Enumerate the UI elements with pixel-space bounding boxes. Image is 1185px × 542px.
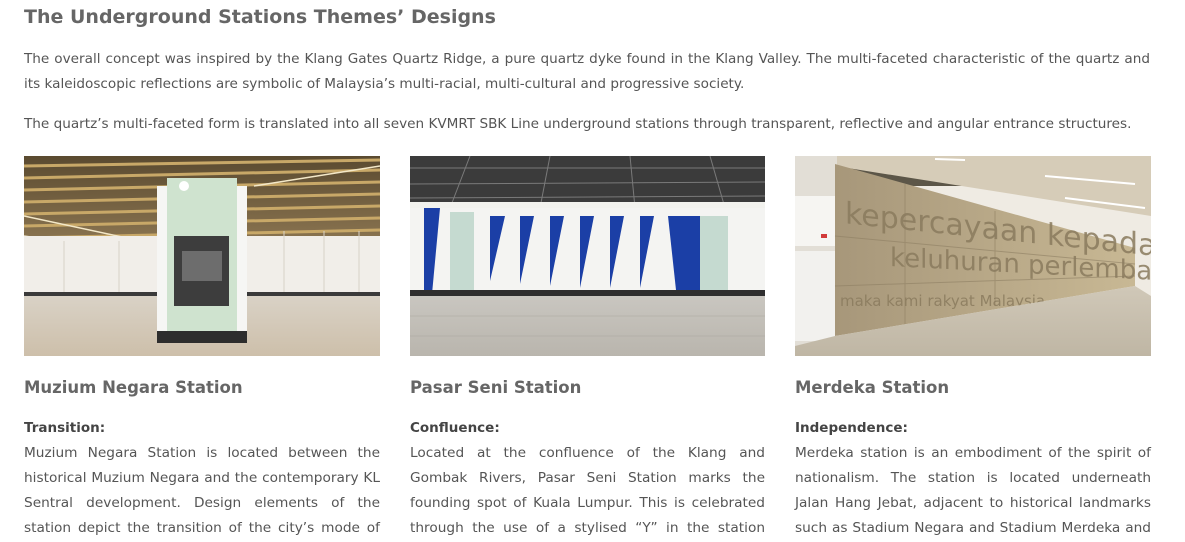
station-description: Merdeka station is an embodiment of the … — [795, 445, 1151, 536]
station-description: Located at the confluence of the Klang a… — [410, 445, 765, 536]
station-card-muzium-negara: Muzium Negara Station Transition: Muzium… — [24, 156, 380, 536]
intro-paragraph: The overall concept was inspired by the … — [24, 51, 1150, 92]
station-name: Muzium Negara Station — [24, 378, 243, 397]
station-name: Pasar Seni Station — [410, 378, 582, 397]
station-theme: Transition: — [24, 420, 106, 436]
station-description: Muzium Negara Station is located between… — [24, 445, 380, 536]
station-theme: Confluence: — [410, 420, 500, 436]
intro-paragraph-2: The quartz’s multi-faceted form is trans… — [24, 116, 1132, 132]
muzium-negara-station-photo[interactable] — [24, 156, 380, 356]
station-card-merdeka: kepercayaan kepada tuhan keluhuran perle… — [795, 156, 1151, 536]
merdeka-station-photo[interactable]: kepercayaan kepada tuhan keluhuran perle… — [795, 156, 1151, 356]
section-title: The Underground Stations Themes’ Designs — [24, 6, 496, 28]
station-name: Merdeka Station — [795, 378, 950, 397]
station-theme: Independence: — [795, 420, 908, 436]
station-card-pasar-seni: Pasar Seni Station Confluence: Located a… — [410, 156, 765, 536]
pasar-seni-station-photo[interactable] — [410, 156, 765, 356]
